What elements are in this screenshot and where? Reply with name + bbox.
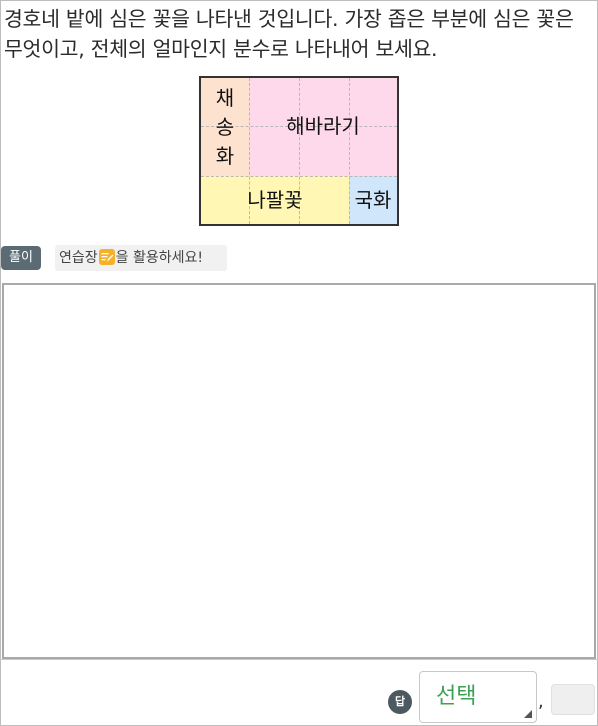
- grid-line: [201, 176, 397, 177]
- select-placeholder: 선택: [436, 684, 477, 709]
- garden-diagram: 채 송 화 해바라기 나팔꽃 국화: [199, 76, 399, 226]
- garden-label-sunflower: 해바라기: [286, 114, 360, 138]
- fraction-answer-box[interactable]: [551, 684, 595, 715]
- resize-corner-icon: [524, 710, 532, 718]
- answer-separator: ,: [538, 691, 544, 712]
- answer-divider: [0, 659, 598, 660]
- garden-label-morning-glory: 나팔꽃: [247, 188, 303, 212]
- hint-text-after: 을 활용하세요!: [115, 250, 203, 266]
- flower-select-dropdown[interactable]: 선택: [419, 671, 537, 723]
- answer-badge: 답: [388, 690, 412, 714]
- hint-text-before: 연습장: [59, 250, 98, 266]
- garden-label-chaesonghwa: 채 송 화: [215, 86, 235, 168]
- garden-label-chrysanthemum: 국화: [354, 188, 392, 212]
- pencil-pad-icon[interactable]: [98, 249, 115, 265]
- solve-badge: 풀이: [1, 246, 41, 270]
- question-text: 경호네 밭에 심은 꽃을 나타낸 것입니다. 가장 좁은 부분에 심은 꽃은 무…: [4, 7, 574, 61]
- solution-work-area[interactable]: [2, 283, 596, 659]
- notepad-hint: 연습장 을 활용하세요!: [55, 245, 227, 271]
